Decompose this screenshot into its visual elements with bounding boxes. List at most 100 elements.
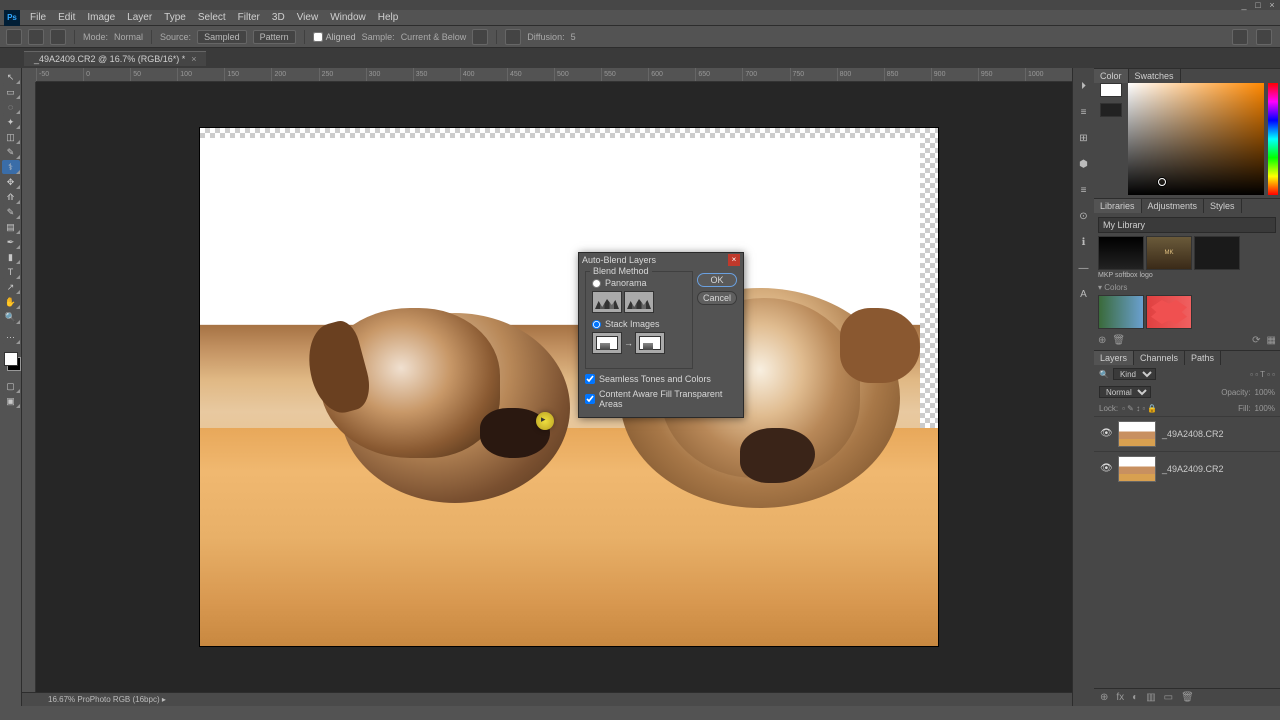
layer-name[interactable]: _49A2409.CR2: [1162, 464, 1224, 474]
history-icon[interactable]: ≡: [1076, 104, 1092, 120]
cancel-button[interactable]: Cancel: [697, 291, 737, 305]
menu-window[interactable]: Window: [324, 12, 372, 23]
ruler-vertical[interactable]: [22, 82, 36, 706]
navigator-icon[interactable]: ⊙: [1076, 208, 1092, 224]
screenmode-icon[interactable]: ▣: [2, 394, 20, 408]
tool-dodge[interactable]: ▮: [2, 250, 20, 264]
layer-row[interactable]: 👁 _49A2408.CR2: [1094, 416, 1280, 451]
menu-filter[interactable]: Filter: [232, 12, 266, 23]
window-maximize[interactable]: □: [1252, 0, 1264, 10]
tool-zoom[interactable]: 🔍: [2, 310, 20, 324]
menu-layer[interactable]: Layer: [121, 12, 158, 23]
character-icon[interactable]: A: [1076, 286, 1092, 302]
new-group-icon[interactable]: ▥: [1146, 692, 1155, 703]
properties-icon[interactable]: ⊞: [1076, 130, 1092, 146]
tool-hand[interactable]: ✋: [2, 295, 20, 309]
tool-clone-stamp[interactable]: ⟰: [2, 190, 20, 204]
delete-layer-icon[interactable]: 🗑: [1181, 692, 1194, 703]
tool-brush[interactable]: ✥: [2, 175, 20, 189]
tool-path[interactable]: ↗: [2, 280, 20, 294]
layer-row[interactable]: 👁 _49A2409.CR2: [1094, 451, 1280, 486]
mode-value[interactable]: Normal: [114, 32, 143, 42]
tool-type[interactable]: T: [2, 265, 20, 279]
adjustments-icon[interactable]: ⬢: [1076, 156, 1092, 172]
layer-blend-mode[interactable]: Normal: [1099, 386, 1151, 398]
hue-bar[interactable]: [1268, 83, 1278, 195]
tool-magic-wand[interactable]: ✦: [2, 115, 20, 129]
ok-button[interactable]: OK: [697, 273, 737, 287]
tool-eyedropper[interactable]: ✎: [2, 145, 20, 159]
pressure-icon[interactable]: [505, 29, 521, 45]
fx-icon[interactable]: fx: [1116, 692, 1124, 703]
layer-filter-kind[interactable]: Kind: [1113, 368, 1156, 380]
color-chip-bg[interactable]: [1100, 103, 1122, 117]
workspace-icon[interactable]: [1256, 29, 1272, 45]
tool-move[interactable]: ↖: [2, 70, 20, 84]
info-icon[interactable]: ℹ: [1076, 234, 1092, 250]
layer-thumbnail[interactable]: [1118, 456, 1156, 482]
color-chip-fg[interactable]: [1100, 83, 1122, 97]
lib-add-icon[interactable]: ⊕: [1098, 335, 1106, 346]
lib-grid-icon[interactable]: ▦: [1267, 335, 1276, 346]
visibility-toggle-icon[interactable]: 👁: [1100, 463, 1112, 475]
brush-picker-icon[interactable]: [28, 29, 44, 45]
library-color-swatch[interactable]: [1146, 295, 1192, 329]
library-item[interactable]: [1194, 236, 1240, 270]
aligned-checkbox[interactable]: Aligned: [313, 32, 356, 42]
radio-panorama[interactable]: Panorama: [592, 278, 686, 288]
tool-crop[interactable]: ◫: [2, 130, 20, 144]
check-content-aware-fill[interactable]: Content Aware Fill Transparent Areas: [585, 389, 737, 409]
lib-trash-icon[interactable]: 🗑: [1112, 335, 1125, 346]
menu-help[interactable]: Help: [372, 12, 405, 23]
window-close[interactable]: ×: [1266, 0, 1278, 10]
tab-libraries[interactable]: Libraries: [1094, 199, 1142, 213]
check-seamless[interactable]: Seamless Tones and Colors: [585, 374, 737, 384]
tool-gradient[interactable]: ✒: [2, 235, 20, 249]
menu-type[interactable]: Type: [158, 12, 192, 23]
ruler-horizontal[interactable]: -500501001502002503003504004505005506006…: [36, 68, 1072, 82]
source-pattern[interactable]: Pattern: [253, 30, 296, 44]
tool-healing-brush[interactable]: ⚕: [2, 160, 20, 174]
diffusion-value[interactable]: 5: [571, 32, 576, 42]
tool-history-brush[interactable]: ✎: [2, 205, 20, 219]
tab-channels[interactable]: Channels: [1134, 351, 1185, 365]
swatches-icon[interactable]: ≡: [1076, 182, 1092, 198]
document-tab[interactable]: _49A2409.CR2 @ 16.7% (RGB/16*) * ×: [24, 51, 206, 66]
color-picker-knob[interactable]: [1158, 178, 1166, 186]
tool-lasso[interactable]: ◌: [2, 100, 20, 114]
tab-swatches[interactable]: Swatches: [1129, 69, 1181, 83]
search-icon[interactable]: [1232, 29, 1248, 45]
menu-file[interactable]: File: [24, 12, 52, 23]
document-canvas[interactable]: [200, 128, 938, 646]
menu-select[interactable]: Select: [192, 12, 232, 23]
tool-preset-icon[interactable]: [6, 29, 22, 45]
menu-view[interactable]: View: [291, 12, 325, 23]
source-sampled[interactable]: Sampled: [197, 30, 247, 44]
layer-name[interactable]: _49A2408.CR2: [1162, 429, 1224, 439]
library-item[interactable]: [1098, 236, 1144, 270]
menu-image[interactable]: Image: [81, 12, 121, 23]
menu-3d[interactable]: 3D: [266, 12, 291, 23]
tool-color-mode[interactable]: ⋯: [2, 330, 20, 344]
expand-panels-icon[interactable]: ⏵: [1076, 78, 1092, 94]
dialog-close-icon[interactable]: ×: [728, 254, 740, 266]
tab-paths[interactable]: Paths: [1185, 351, 1221, 365]
sample-value[interactable]: Current & Below: [401, 32, 467, 42]
tool-marquee[interactable]: ▭: [2, 85, 20, 99]
library-item[interactable]: MK: [1146, 236, 1192, 270]
visibility-toggle-icon[interactable]: 👁: [1100, 428, 1112, 440]
foreground-color[interactable]: [4, 352, 18, 366]
tool-eraser[interactable]: ▤: [2, 220, 20, 234]
mask-icon[interactable]: ◐: [1132, 692, 1138, 703]
quickmask-icon[interactable]: ▢: [2, 379, 20, 393]
tab-color[interactable]: Color: [1094, 69, 1129, 83]
new-layer-icon[interactable]: ▭: [1164, 692, 1173, 703]
tab-layers[interactable]: Layers: [1094, 351, 1134, 365]
layer-thumbnail[interactable]: [1118, 421, 1156, 447]
brush-panel-icon[interactable]: [50, 29, 66, 45]
link-layers-icon[interactable]: ⊕: [1100, 692, 1108, 703]
window-minimize[interactable]: _: [1238, 0, 1250, 10]
radio-stack-images[interactable]: Stack Images: [592, 319, 686, 329]
library-selector[interactable]: My Library: [1098, 217, 1276, 233]
menu-edit[interactable]: Edit: [52, 12, 81, 23]
